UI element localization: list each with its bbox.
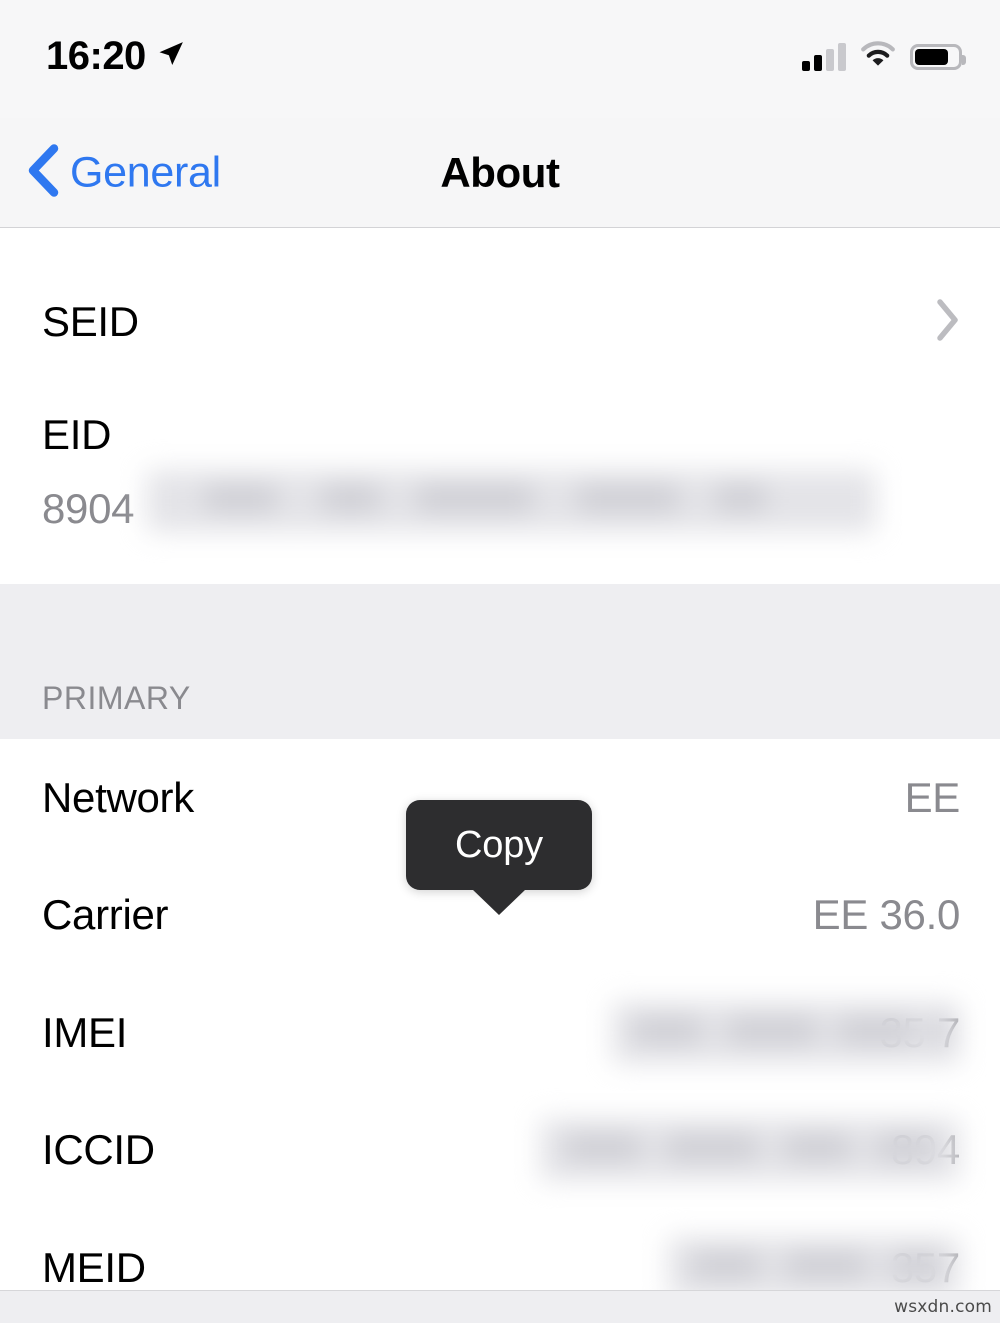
status-bar-right xyxy=(802,40,966,73)
status-bar-clock: 16:20 xyxy=(46,34,146,78)
battery-icon xyxy=(910,43,966,70)
row-value-carrier: EE 36.0 xyxy=(812,891,961,938)
status-bar-left: 16:20 xyxy=(46,36,186,76)
row-label-seid: SEID xyxy=(42,298,139,345)
section-header-label: PRIMARY xyxy=(42,680,191,716)
copy-tooltip[interactable]: Copy xyxy=(406,800,592,915)
row-value-imei: 35 7 xyxy=(879,1008,960,1056)
wifi-icon xyxy=(860,40,896,73)
row-label-carrier: Carrier xyxy=(42,891,169,938)
row-iccid[interactable]: ICCID 894 xyxy=(0,1091,1000,1209)
row-label-eid: EID xyxy=(42,411,112,458)
section-device-ids: SEID EID 8904 xyxy=(0,264,1000,584)
redaction-blur-eid xyxy=(146,470,876,532)
navigation-bar: General About xyxy=(0,118,1000,228)
copy-tooltip-label: Copy xyxy=(455,823,543,866)
row-eid[interactable]: EID 8904 xyxy=(0,380,1000,548)
settings-list[interactable]: SEID EID 8904 PRIMARY Network EE Carrier… xyxy=(0,228,1000,1323)
status-bar: 16:20 xyxy=(0,0,1000,118)
row-label-meid: MEID xyxy=(42,1244,146,1291)
row-value-iccid: 894 xyxy=(890,1126,960,1173)
tooltip-pointer xyxy=(472,889,526,915)
watermark: wsxdn.com xyxy=(894,1297,992,1317)
footer-gray-area xyxy=(0,1290,1000,1323)
row-seid[interactable]: SEID xyxy=(0,264,1000,380)
row-value-network: EE xyxy=(904,773,961,821)
row-value-meid: 357 xyxy=(890,1244,960,1291)
section-header-primary: PRIMARY xyxy=(0,584,1000,739)
chevron-right-icon xyxy=(934,298,960,347)
row-value-eid: 8904 xyxy=(42,485,135,532)
cellular-signal-icon xyxy=(802,42,846,71)
page-title: About xyxy=(440,148,560,196)
location-arrow-icon xyxy=(156,39,186,74)
row-label-imei: IMEI xyxy=(42,1008,128,1056)
row-imei[interactable]: IMEI 35 7 xyxy=(0,974,1000,1091)
row-label-iccid: ICCID xyxy=(42,1126,155,1173)
row-label-network: Network xyxy=(42,773,194,821)
iphone-settings-about-screen: 16:20 General About SEID EID 8904 PRIMAR… xyxy=(0,0,1000,1323)
